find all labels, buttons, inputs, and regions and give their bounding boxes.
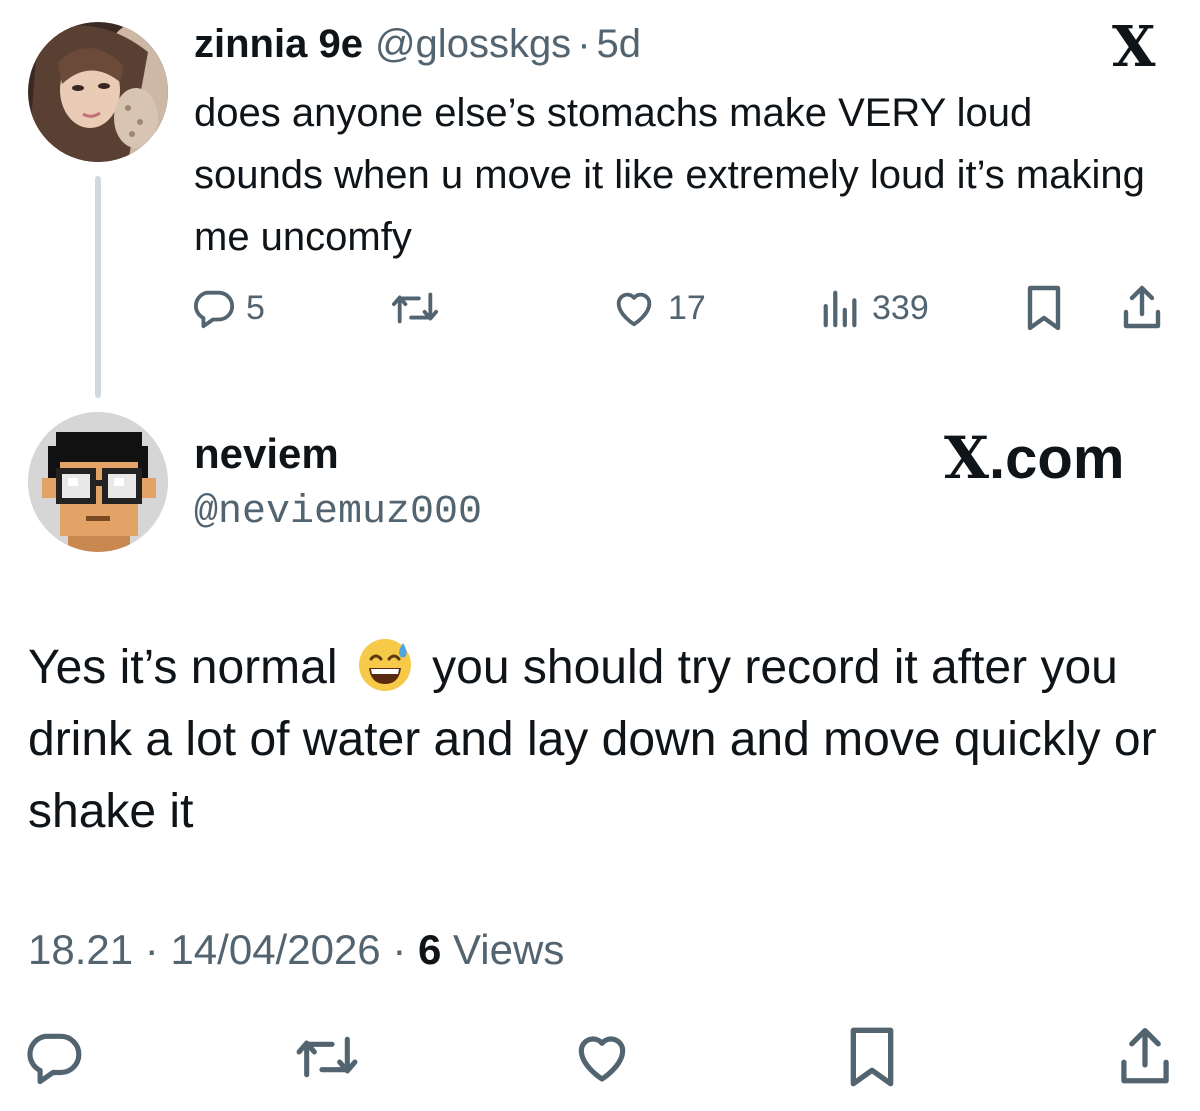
brand-domain-text: .com	[989, 426, 1125, 491]
tweet-text-part-1: Yes it’s normal	[28, 641, 351, 694]
views-icon	[823, 290, 857, 328]
user-handle[interactable]: @neviemuz000	[194, 490, 482, 535]
display-name[interactable]: neviem	[194, 430, 339, 478]
tweet-text: Yes it’s normal you should try record it…	[28, 632, 1178, 848]
display-name[interactable]: zinnia 9e	[194, 22, 363, 67]
grinning-face-with-sweat-emoji-icon	[358, 639, 411, 691]
like-icon	[578, 1036, 626, 1082]
views-label: Views	[441, 926, 565, 973]
separator-dot: ·	[392, 926, 407, 973]
like-icon	[616, 292, 652, 327]
separator-dot: ·	[144, 926, 159, 973]
share-icon	[1123, 285, 1161, 329]
views-count: 339	[872, 288, 929, 327]
tweet-action-bar	[22, 1022, 1182, 1092]
share-button[interactable]	[1116, 1022, 1174, 1092]
thread-connector-line	[95, 176, 101, 398]
bookmark-button[interactable]	[842, 1022, 902, 1092]
retweet-button[interactable]	[390, 282, 450, 334]
post-time[interactable]: 18.21	[28, 926, 133, 973]
tweet-header: zinnia 9e @glosskgs · 5d	[194, 22, 641, 68]
separator-dot: ·	[577, 22, 591, 66]
tweet-metadata: 18.21 · 14/04/2026 · 6 Views	[28, 926, 564, 974]
post-date[interactable]: 14/04/2026	[170, 926, 380, 973]
timestamp[interactable]: 5d	[597, 22, 642, 67]
bookmark-button[interactable]	[1022, 282, 1066, 334]
user-handle[interactable]: @glosskgs	[375, 22, 571, 67]
bookmark-icon	[850, 1027, 894, 1087]
like-button[interactable]: 17	[610, 282, 706, 334]
avatar-neviem[interactable]	[28, 412, 168, 552]
views-button[interactable]: 339	[820, 282, 929, 334]
reply-button[interactable]: 5	[190, 282, 265, 334]
reply-button[interactable]	[22, 1022, 84, 1092]
tweet-text: does anyone else’s stomachs make VERY lo…	[194, 91, 1145, 259]
x-logo-icon: X	[1112, 14, 1156, 80]
views-count: 6	[418, 926, 442, 973]
share-icon	[1121, 1027, 1169, 1084]
share-button[interactable]	[1120, 282, 1164, 334]
retweet-icon	[391, 292, 438, 324]
x-com-watermark: X.com	[944, 424, 1124, 492]
retweet-button[interactable]	[294, 1022, 360, 1092]
bookmark-icon	[1027, 285, 1061, 331]
reply-count: 5	[246, 288, 265, 327]
retweet-icon	[296, 1036, 358, 1078]
avatar-zinnia[interactable]	[28, 22, 168, 162]
tweet-action-bar: 5 17 339	[190, 282, 1175, 334]
reply-icon	[27, 1033, 82, 1085]
like-button[interactable]	[570, 1022, 634, 1092]
like-count: 17	[668, 288, 706, 327]
x-logo-icon: X	[944, 424, 990, 492]
reply-icon	[194, 290, 235, 329]
